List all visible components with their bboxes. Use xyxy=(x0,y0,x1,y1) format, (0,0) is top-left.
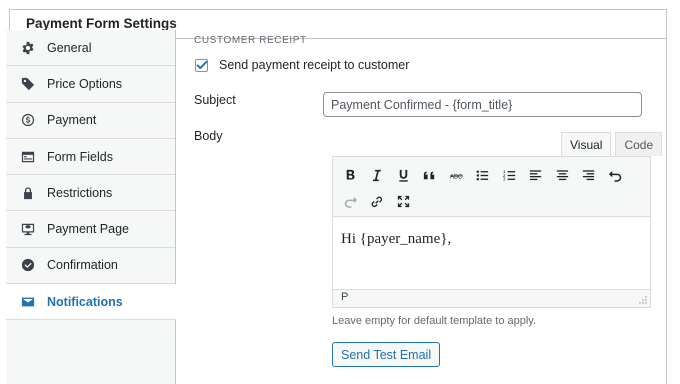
underline-button[interactable] xyxy=(390,162,417,188)
tab-code[interactable]: Code xyxy=(615,132,663,156)
numbered-list-icon: 123 xyxy=(503,169,515,181)
tab-visual[interactable]: Visual xyxy=(561,132,612,156)
link-icon xyxy=(371,196,383,207)
sidebar-item-label: Payment xyxy=(47,113,97,128)
bulleted-list-button[interactable] xyxy=(470,162,497,188)
editor-statusbar: P xyxy=(333,289,650,307)
align-right-icon xyxy=(583,169,595,180)
align-center-button[interactable] xyxy=(549,162,576,188)
undo-button[interactable] xyxy=(602,162,629,188)
bulleted-list-icon xyxy=(476,170,489,180)
sidebar-item-payment[interactable]: Payment xyxy=(6,103,175,139)
notifications-content: CUSTOMER RECEIPT Send payment receipt to… xyxy=(194,30,663,380)
svg-text:3: 3 xyxy=(503,176,506,181)
section-title: CUSTOMER RECEIPT xyxy=(194,35,307,46)
undo-icon xyxy=(608,170,621,182)
receipt-checkbox-row[interactable]: Send payment receipt to customer xyxy=(195,58,409,72)
align-left-button[interactable] xyxy=(523,162,550,188)
element-path: P xyxy=(341,291,349,303)
align-right-button[interactable] xyxy=(576,162,603,188)
numbered-list-button[interactable]: 123 xyxy=(496,162,523,188)
redo-button[interactable] xyxy=(337,188,364,214)
sidebar-item-label: General xyxy=(47,40,92,55)
sidebar-item-form-fields[interactable]: Form Fields xyxy=(6,139,175,176)
align-center-icon xyxy=(556,169,568,180)
underline-icon xyxy=(399,169,408,182)
resize-handle-icon[interactable] xyxy=(639,296,647,304)
send-receipt-checkbox[interactable] xyxy=(195,58,208,72)
lock-icon xyxy=(21,186,35,200)
sidebar-item-label: Notifications xyxy=(47,294,123,309)
quote-icon xyxy=(424,171,435,179)
envelope-icon xyxy=(21,295,35,309)
strikethrough-button[interactable]: ABC xyxy=(443,162,470,188)
check-circle-icon xyxy=(21,258,35,272)
body-label: Body xyxy=(194,129,223,143)
subject-input[interactable] xyxy=(323,92,642,117)
fullscreen-icon xyxy=(397,195,409,207)
sidebar-item-label: Confirmation xyxy=(47,258,118,273)
template-hint: Leave empty for default template to appl… xyxy=(332,315,537,327)
tag-icon xyxy=(21,77,35,91)
sidebar-item-payment-page[interactable]: Payment Page xyxy=(6,211,175,248)
bold-icon xyxy=(346,169,355,180)
gear-icon xyxy=(21,41,35,55)
blockquote-button[interactable] xyxy=(417,162,444,188)
insert-link-button[interactable] xyxy=(364,188,391,214)
sidebar-item-confirmation[interactable]: Confirmation xyxy=(6,248,175,285)
monitor-icon xyxy=(21,222,35,236)
sidebar-item-notifications[interactable]: Notifications xyxy=(6,284,176,321)
sidebar-item-general[interactable]: General xyxy=(6,30,175,67)
checkmark-icon xyxy=(196,60,208,69)
italic-button[interactable] xyxy=(364,162,391,188)
svg-text:ABC: ABC xyxy=(450,173,463,180)
form-fields-icon xyxy=(21,150,35,164)
settings-sidebar: General Price Options Payment Form Field… xyxy=(6,30,176,384)
editor-content[interactable]: Hi {payer_name}, xyxy=(333,217,650,289)
sidebar-item-label: Form Fields xyxy=(47,149,113,164)
sidebar-item-restrictions[interactable]: Restrictions xyxy=(6,175,175,212)
strikethrough-icon: ABC xyxy=(449,173,463,180)
editor-toolbar: ABC 123 xyxy=(333,157,650,217)
redo-icon xyxy=(344,196,357,208)
editor-tabs: Visual Code xyxy=(557,132,663,156)
bold-button[interactable] xyxy=(337,162,364,188)
fullscreen-button[interactable] xyxy=(390,188,417,214)
dollar-circle-icon xyxy=(21,113,35,127)
align-left-icon xyxy=(530,169,542,180)
body-editor: ABC 123 Hi {payer_name}, P xyxy=(332,156,651,308)
sidebar-item-label: Payment Page xyxy=(47,222,129,237)
italic-icon xyxy=(373,169,381,181)
sidebar-item-label: Price Options xyxy=(47,76,123,91)
sidebar-item-price-options[interactable]: Price Options xyxy=(6,66,175,103)
sidebar-item-label: Restrictions xyxy=(47,185,113,200)
send-receipt-label: Send payment receipt to customer xyxy=(219,58,410,72)
subject-label: Subject xyxy=(194,93,236,107)
send-test-email-button[interactable]: Send Test Email xyxy=(332,342,441,367)
